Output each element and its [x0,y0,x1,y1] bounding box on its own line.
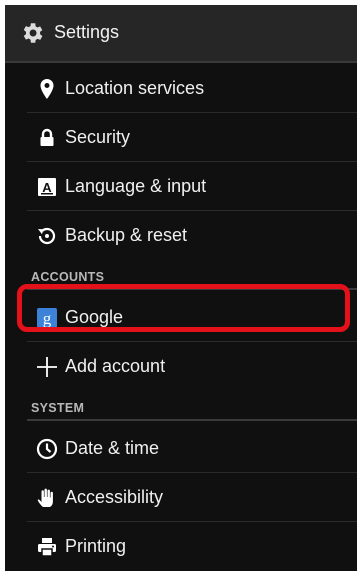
settings-item-add-account[interactable]: Add account [27,343,357,391]
settings-item-label: Printing [65,536,127,556]
section-header-label: SYSTEM [31,401,85,415]
settings-item-label: Location services [65,78,205,98]
hand-icon [37,488,53,507]
section-header-system: SYSTEM [27,397,357,421]
settings-item-language-input[interactable]: A Language & input [27,163,357,211]
svg-text:A: A [42,180,52,195]
settings-item-accessibility[interactable]: Accessibility [27,474,357,522]
page-title: Settings [54,22,120,42]
settings-item-date-time[interactable]: Date & time [27,425,357,473]
plus-icon [37,357,57,377]
highlight-box [17,284,350,332]
settings-item-label: Language & input [65,176,207,196]
settings-item-label: Date & time [65,438,160,458]
settings-item-label: Security [65,127,131,147]
lock-icon [40,128,54,146]
settings-item-label: Backup & reset [65,225,188,245]
settings-item-backup-reset[interactable]: Backup & reset [27,212,357,260]
gear-icon[interactable] [19,20,45,46]
backup-restore-icon [38,227,56,245]
printer-icon [38,538,56,557]
settings-item-security[interactable]: Security [27,114,357,162]
section-header-label: ACCOUNTS [31,270,105,284]
settings-item-label: Accessibility [65,487,164,507]
settings-item-printing[interactable]: Printing [27,523,357,571]
action-bar: Settings [5,5,357,63]
clock-icon [36,438,58,460]
keyboard-a-icon: A [38,178,56,196]
settings-item-location-services[interactable]: Location services [27,65,357,113]
settings-item-label: Add account [65,356,166,376]
location-pin-icon [40,79,54,99]
